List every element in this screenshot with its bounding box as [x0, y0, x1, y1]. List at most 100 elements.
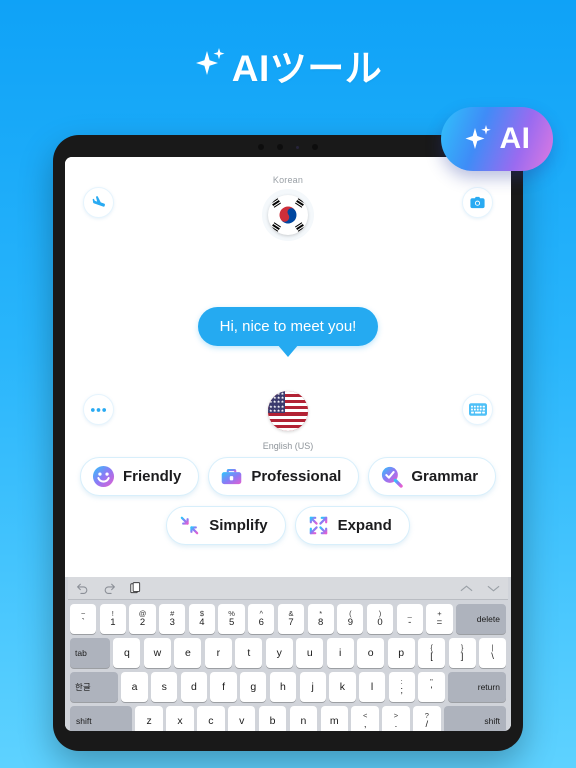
key-d[interactable]: d: [180, 672, 208, 702]
keyboard-row-a: 한글 a s d f g h j k l:; " ' return: [68, 672, 508, 702]
key-.[interactable]: >.: [382, 706, 410, 731]
tablet-device: Korean Hi, nice to meet you! ★★★★ ★★★★ ★…: [53, 135, 523, 751]
trigram: [270, 222, 281, 232]
ai-badge-label: AI: [499, 122, 531, 155]
key-shift-left[interactable]: shift: [70, 706, 132, 731]
key-n[interactable]: n: [289, 706, 318, 731]
usa-flag: ★★★★★★★★★★★★★★★★★★★★★★★: [268, 391, 308, 431]
tool-simplify[interactable]: Simplify: [166, 506, 286, 545]
ai-tools-row-1: Friendly Professional Grammar: [65, 457, 511, 496]
chevron-up-icon[interactable]: [460, 584, 473, 593]
flag-canton: ★★★★★★★★★★★★★★★★★★★★★★★: [268, 391, 285, 413]
tool-friendly[interactable]: Friendly: [79, 457, 200, 496]
target-language-label: English (US): [262, 441, 314, 451]
key-j[interactable]: j: [299, 672, 326, 702]
ai-badge[interactable]: AI: [441, 107, 553, 171]
key-a[interactable]: a: [121, 672, 148, 702]
key-k[interactable]: k: [329, 672, 356, 702]
key-=[interactable]: + =: [426, 604, 453, 634]
key-w[interactable]: w: [143, 638, 171, 668]
key-l[interactable]: l: [358, 672, 386, 702]
keyboard-row-numbers: ~ `! 1 @2 #3 $4% 5 ^ 6 & 7 * 8(9) 0 _ - + = delete: [68, 604, 508, 634]
arrows-in-icon: [180, 516, 199, 535]
camera-dot: [296, 145, 299, 149]
taeguk-symbol: [276, 203, 300, 227]
source-flag-halo: [262, 189, 314, 241]
key-h[interactable]: h: [269, 672, 297, 702]
key-4[interactable]: $4: [188, 604, 216, 634]
page-title: AIツール: [0, 38, 576, 92]
key-p[interactable]: p: [387, 638, 415, 668]
source-language[interactable]: Korean: [65, 175, 511, 241]
key-i[interactable]: i: [326, 638, 354, 668]
key-f[interactable]: f: [210, 672, 237, 702]
key-9[interactable]: (9: [337, 604, 364, 634]
key-z[interactable]: z: [135, 706, 163, 731]
smiley-face-icon: [92, 465, 114, 488]
key-][interactable]: }]: [448, 638, 476, 668]
key-8[interactable]: * 8: [307, 604, 334, 634]
camera-dot: [277, 144, 283, 150]
key-s[interactable]: s: [151, 672, 178, 702]
camera-dot: [312, 144, 318, 150]
key-x[interactable]: x: [166, 706, 194, 731]
key-c[interactable]: c: [197, 706, 225, 731]
key-'[interactable]: " ': [418, 672, 445, 702]
key-e[interactable]: e: [174, 638, 202, 668]
key-1[interactable]: ! 1: [99, 604, 126, 634]
key-t[interactable]: t: [235, 638, 263, 668]
tool-grammar-label: Grammar: [411, 468, 479, 485]
paste-icon[interactable]: [130, 581, 141, 595]
keyboard-toolbar: [68, 577, 508, 600]
key--[interactable]: _ -: [396, 604, 423, 634]
translated-message-bubble[interactable]: Hi, nice to meet you!: [197, 307, 379, 346]
ai-tools-row-2: Simplify Expand: [65, 506, 511, 545]
key-o[interactable]: o: [357, 638, 385, 668]
trigram: [294, 198, 305, 208]
key-5[interactable]: % 5: [218, 604, 245, 634]
chevron-down-icon[interactable]: [487, 584, 500, 593]
tool-professional[interactable]: Professional: [208, 457, 360, 496]
key-return[interactable]: return: [447, 672, 506, 702]
korea-flag: [268, 195, 308, 235]
tool-friendly-label: Friendly: [122, 468, 182, 485]
undo-icon[interactable]: [76, 582, 89, 594]
tool-expand[interactable]: Expand: [294, 506, 410, 545]
tool-professional-label: Professional: [251, 468, 342, 485]
keyboard-row-z: shift z x c v b n m <, >.? / shift: [68, 706, 508, 731]
target-language[interactable]: ★★★★★★★★★★★★★★★★★★★★★★★ English (US): [65, 385, 511, 451]
key-2[interactable]: @2: [129, 604, 156, 634]
key-v[interactable]: v: [227, 706, 256, 731]
key-;[interactable]: :;: [388, 672, 415, 702]
key-0[interactable]: ) 0: [366, 604, 394, 634]
tool-grammar[interactable]: Grammar: [368, 457, 497, 496]
briefcase-icon: [222, 469, 242, 485]
key-[[interactable]: {[: [418, 638, 446, 668]
message-bubble-wrap: Hi, nice to meet you!: [65, 307, 511, 346]
key-,[interactable]: <,: [351, 706, 379, 731]
trigram: [271, 198, 282, 208]
onscreen-keyboard: ~ `! 1 @2 #3 $4% 5 ^ 6 & 7 * 8(9) 0 _ - + = delete tab q w e r…: [65, 577, 511, 731]
key-`[interactable]: ~ `: [70, 604, 97, 634]
key-m[interactable]: m: [320, 706, 349, 731]
key-hangul[interactable]: 한글: [70, 672, 118, 702]
key-3[interactable]: #3: [159, 604, 186, 634]
key-g[interactable]: g: [240, 672, 267, 702]
key-/[interactable]: ? /: [413, 706, 441, 731]
key-\[interactable]: | \: [479, 638, 507, 668]
key-y[interactable]: y: [265, 638, 293, 668]
key-6[interactable]: ^ 6: [248, 604, 275, 634]
sparkles-icon: [194, 45, 228, 85]
page-title-text: AIツール: [231, 48, 383, 89]
key-u[interactable]: u: [296, 638, 324, 668]
redo-icon[interactable]: [103, 582, 116, 594]
arrows-out-icon: [309, 516, 327, 535]
device-screen: Korean Hi, nice to meet you! ★★★★ ★★★★ ★…: [65, 157, 511, 731]
key-b[interactable]: b: [258, 706, 287, 731]
key-delete[interactable]: delete: [455, 604, 506, 634]
key-tab[interactable]: tab: [70, 638, 110, 668]
key-shift-right[interactable]: shift: [443, 706, 506, 731]
key-7[interactable]: & 7: [277, 604, 305, 634]
key-q[interactable]: q: [113, 638, 141, 668]
key-r[interactable]: r: [204, 638, 232, 668]
